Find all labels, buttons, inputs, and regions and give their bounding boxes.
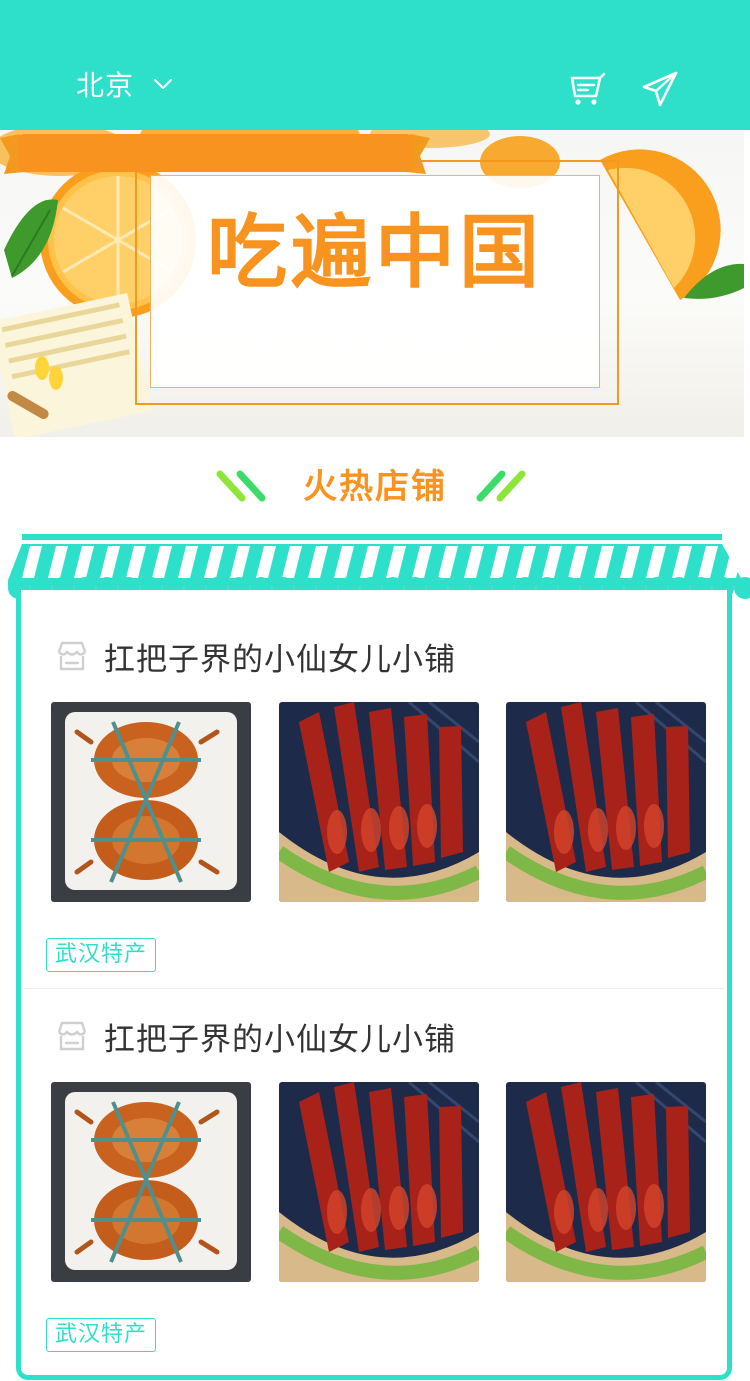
shop-item[interactable]: 扛把子界的小仙女儿小铺 武汉特产 [24, 620, 724, 980]
banner-title: 吃遍中国 [207, 206, 543, 299]
shop-header[interactable]: 扛把子界的小仙女儿小铺 [54, 634, 456, 678]
shop-product-photos [51, 1082, 706, 1282]
shop-tag[interactable]: 武汉特产 [46, 1318, 157, 1352]
chevron-down-icon [153, 78, 173, 90]
shop-item[interactable]: 扛把子界的小仙女儿小铺 武汉特产 [24, 1000, 724, 1360]
shop-name: 扛把子界的小仙女儿小铺 [104, 641, 456, 678]
banner-subtitle: 足不出户尝到朋友圈的家乡味 [192, 338, 557, 368]
shop-product-photos [51, 702, 706, 902]
shop-header[interactable]: 扛把子界的小仙女儿小铺 [54, 1014, 456, 1058]
duck-tongue-photo[interactable] [279, 1082, 479, 1282]
section-title: 火热店铺 [303, 467, 447, 507]
shop-tag[interactable]: 武汉特产 [46, 938, 157, 972]
shop-name: 扛把子界的小仙女儿小铺 [104, 1021, 456, 1058]
city-label: 北京 [76, 69, 135, 102]
duck-tongue-photo[interactable] [506, 1082, 706, 1282]
top-bar: 北京 [0, 0, 750, 130]
store-icon [57, 1021, 87, 1051]
duck-tongue-photo[interactable] [506, 702, 706, 902]
crab-photo[interactable] [51, 702, 251, 902]
right-slash-decoration [476, 470, 526, 502]
cart-icon[interactable] [566, 68, 608, 110]
section-heading: 火热店铺 [0, 462, 750, 512]
banner[interactable]: 吃遍中国 足不出户尝到朋友圈的家乡味 [0, 130, 744, 437]
city-selector[interactable]: 北京 [76, 64, 174, 104]
store-icon [57, 641, 87, 671]
duck-tongue-photo[interactable] [279, 702, 479, 902]
crab-photo[interactable] [51, 1082, 251, 1282]
banner-ribbon [0, 134, 430, 174]
shop-divider [24, 988, 724, 989]
paper-plane-icon[interactable] [640, 68, 682, 110]
